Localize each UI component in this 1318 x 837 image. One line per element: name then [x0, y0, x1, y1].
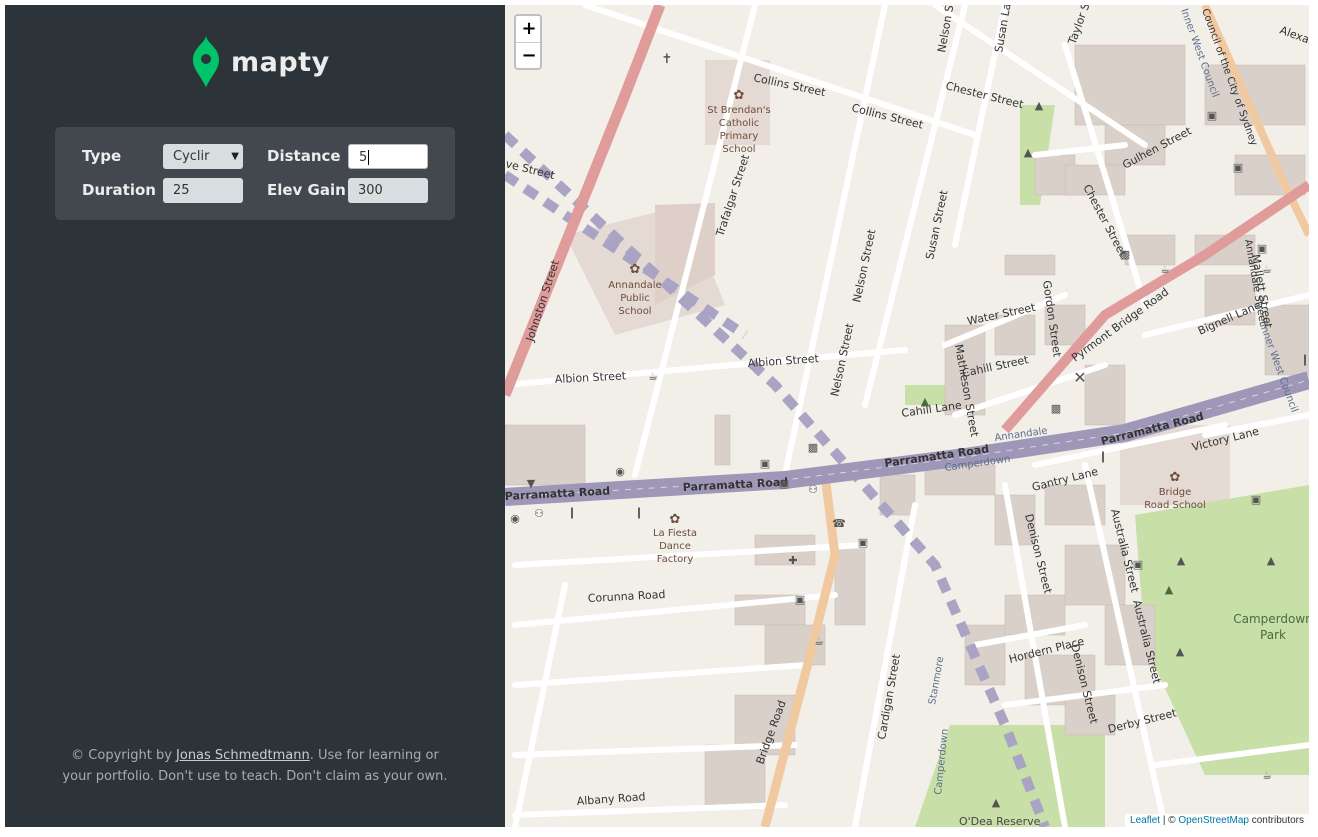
bicycle-icon: ⚇ — [808, 483, 818, 496]
cafe-icon: ☕ — [814, 635, 824, 648]
bus-icon: ▣ — [779, 477, 789, 490]
map-label: O'Dea Reserve — [959, 815, 1041, 827]
crossed-tools-icon: ✕ — [1073, 368, 1086, 387]
zoom-out-button[interactable]: − — [516, 42, 540, 68]
fuel-icon: ▩ — [808, 441, 818, 454]
poi-label: Camperdown — [1233, 612, 1309, 626]
monument-icon: ▣ — [1251, 493, 1261, 506]
church-cross-icon: ✝ — [662, 52, 673, 67]
restaurant-icon: ❙ — [567, 506, 576, 519]
map-attribution: Leaflet | © OpenStreetMap contributors — [1125, 814, 1309, 827]
bench-icon: ▣ — [795, 593, 805, 606]
school-icon: ✿ — [630, 262, 641, 277]
cafe-icon: ☕ — [1160, 263, 1170, 276]
copyright-prefix: © Copyright by — [71, 748, 177, 763]
poi-label: Bridge — [1159, 487, 1192, 498]
bicycle-icon: ⚇ — [534, 507, 544, 520]
hospital-icon: ✚ — [788, 554, 797, 567]
poi-label: Park — [1260, 628, 1286, 642]
sidebar: mapty Type Cyclir ▼ Distance 5​ Duration… — [5, 5, 505, 827]
phone-icon: ☎ — [832, 517, 846, 530]
distance-value: 5 — [359, 150, 368, 165]
poi-label: La Fiesta — [653, 528, 697, 539]
type-select[interactable]: Cyclir ▼ — [163, 144, 243, 169]
water-tap-icon: ▲ — [1035, 99, 1044, 112]
poi-label: Public — [620, 293, 650, 304]
type-select-value: Cyclir — [173, 149, 210, 164]
poi-label: School — [618, 306, 651, 317]
cafe-icon: ☕ — [1262, 263, 1272, 276]
bar-icon: ❙ — [634, 506, 643, 519]
fuel-icon: ▩ — [1051, 402, 1061, 415]
toilets-icon: ▣ — [1133, 558, 1143, 571]
distance-label: Distance — [267, 147, 341, 165]
zoom-in-button[interactable]: + — [516, 16, 540, 42]
attribution-tail: contributors — [1248, 815, 1304, 826]
wheel-icon: ◉ — [615, 465, 625, 478]
camera-icon: ▣ — [1257, 242, 1267, 255]
water-tap-icon: ▲ — [1177, 554, 1186, 567]
wheel-icon: ◉ — [510, 512, 520, 525]
zoom-control: + − — [514, 14, 542, 70]
attribution-sep: | © — [1160, 815, 1179, 826]
author-link[interactable]: Jonas Schmedtmann — [176, 748, 310, 763]
map[interactable]: Collins Street Collins Street Chester St… — [505, 5, 1309, 827]
brand-name: mapty — [231, 46, 330, 78]
bus-icon: ▣ — [760, 457, 770, 470]
water-tap-icon: ▲ — [1176, 645, 1185, 658]
text-caret: ​ — [368, 150, 370, 165]
poi-label: Catholic — [719, 118, 760, 129]
duration-input[interactable]: 25 — [163, 178, 243, 203]
restaurant-icon: ❙ — [1098, 450, 1107, 463]
restaurant-icon: ❙ — [1300, 353, 1309, 366]
water-tap-icon: ▲ — [992, 796, 1001, 809]
cafe-icon: ☕ — [648, 370, 658, 383]
elev-gain-input[interactable]: 300 — [348, 178, 428, 203]
type-label: Type — [82, 147, 122, 165]
poi-label: Factory — [657, 554, 694, 565]
duration-label: Duration — [82, 181, 156, 199]
bus-icon: ▣ — [1233, 161, 1243, 174]
elev-gain-value: 300 — [358, 183, 383, 198]
map-pin-icon — [193, 35, 219, 87]
playground-icon: ▲ — [1165, 583, 1174, 596]
dance-icon: ✿ — [670, 512, 681, 527]
logo: mapty — [191, 35, 330, 87]
chevron-down-icon: ▼ — [231, 151, 239, 162]
poi-label: Annandale — [608, 280, 661, 291]
water-tap-icon: ▲ — [1024, 146, 1033, 159]
osm-link[interactable]: OpenStreetMap — [1178, 815, 1249, 826]
viewpoint-icon: ▼ — [527, 477, 536, 490]
school-icon: ✿ — [734, 88, 745, 103]
app: mapty Type Cyclir ▼ Distance 5​ Duration… — [5, 5, 1309, 827]
distance-input[interactable]: 5​ — [348, 144, 428, 169]
poi-label: Dance — [659, 541, 691, 552]
poi-label: Primary — [720, 131, 759, 142]
playground-icon: ▲ — [921, 395, 930, 408]
water-tap-icon: ▲ — [1267, 554, 1276, 567]
leaflet-link[interactable]: Leaflet — [1130, 815, 1160, 826]
cafe-icon: ☕ — [1262, 769, 1272, 782]
poi-label: School — [722, 144, 755, 155]
copyright: © Copyright by Jonas Schmedtmann. Use fo… — [55, 745, 455, 787]
elev-gain-label: Elev Gain — [267, 181, 346, 199]
poi-label: Road School — [1144, 500, 1205, 511]
duration-value: 25 — [173, 183, 190, 198]
workout-form: Type Cyclir ▼ Distance 5​ Duration 25 El… — [55, 127, 455, 220]
fuel-icon: ▩ — [1120, 248, 1130, 261]
poi-label: St Brendan's — [707, 105, 770, 116]
bus-icon: ▣ — [1207, 109, 1217, 122]
map-tiles[interactable]: Collins Street Collins Street Chester St… — [505, 5, 1309, 827]
school-icon: ✿ — [1170, 470, 1181, 485]
bench-icon: ▣ — [858, 536, 868, 549]
